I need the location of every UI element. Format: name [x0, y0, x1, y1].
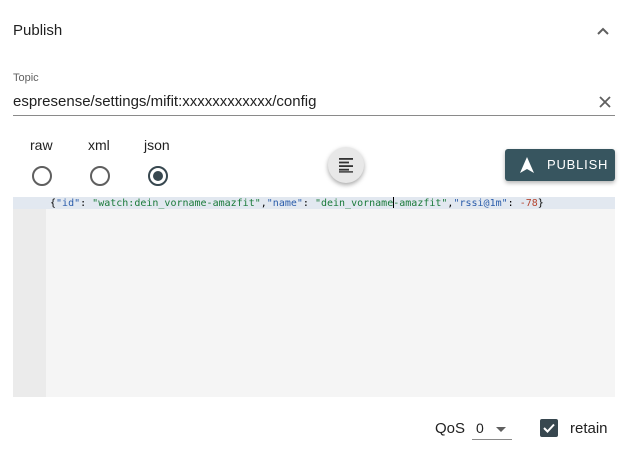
code-string: "watch:dein_vorname-amazfit": [92, 198, 261, 209]
code-token: }: [537, 198, 544, 209]
qos-underline: [472, 439, 512, 440]
chevron-up-icon[interactable]: [593, 21, 613, 41]
code-key: "name": [266, 198, 303, 209]
topic-underline: [13, 115, 615, 116]
topic-label: Topic: [13, 72, 39, 84]
caret-down-icon: [496, 427, 506, 432]
editor-gutter: [13, 197, 46, 397]
code-string: -amazfit": [393, 198, 448, 209]
code-token: :: [80, 198, 93, 209]
panel-title: Publish: [13, 22, 63, 39]
retain-label: retain: [570, 420, 608, 437]
format-label-raw: raw: [30, 137, 53, 153]
close-icon[interactable]: [597, 94, 613, 110]
radio-json[interactable]: [148, 166, 168, 186]
code-token: :: [507, 198, 520, 209]
retain-checkbox[interactable]: [540, 419, 558, 437]
publish-button-label: PUBLISH: [547, 157, 609, 172]
topic-input[interactable]: [13, 90, 583, 112]
editor-code-line[interactable]: {"id": "watch:dein_vorname-amazfit","nam…: [50, 197, 544, 209]
qos-label: QoS: [435, 420, 466, 437]
radio-xml[interactable]: [90, 166, 110, 186]
qos-value: 0: [476, 420, 484, 436]
format-align-icon: [339, 158, 353, 173]
code-number: -78: [519, 198, 538, 209]
navigation-arrow-icon: [520, 157, 534, 173]
check-icon: [543, 423, 555, 433]
qos-select[interactable]: 0: [472, 412, 512, 440]
code-key: "id": [56, 198, 81, 209]
code-key: "rssi@1m": [453, 198, 508, 209]
format-label-xml: xml: [88, 137, 110, 153]
radio-raw[interactable]: [32, 166, 52, 186]
format-button[interactable]: [328, 147, 364, 183]
payload-editor[interactable]: {"id": "watch:dein_vorname-amazfit","nam…: [13, 197, 615, 397]
code-string: "dein_vorname: [314, 198, 394, 209]
format-label-json: json: [144, 137, 170, 153]
publish-button[interactable]: PUBLISH: [505, 149, 615, 181]
code-token: :: [302, 198, 315, 209]
